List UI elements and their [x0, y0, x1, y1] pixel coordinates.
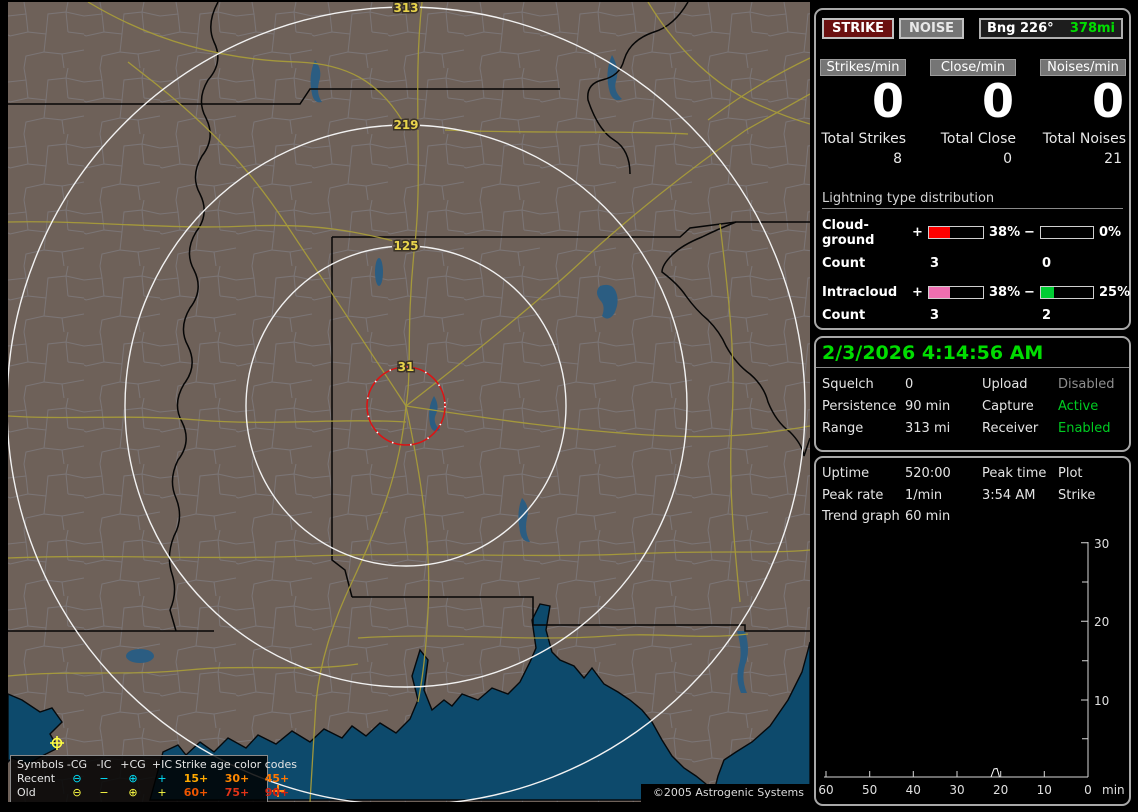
lightning-distribution: Lightning type distribution Cloud-ground… [822, 191, 1130, 323]
total-close-label: Total Close [940, 130, 1016, 147]
range-label: Range [822, 421, 864, 436]
upload-label: Upload [982, 377, 1028, 392]
ic-minus-count: 2 [1042, 307, 1052, 323]
total-noises-label: Total Noises [1042, 130, 1126, 147]
squelch-label: Squelch [822, 377, 874, 392]
bearing-range-value: 378mi [1069, 21, 1115, 36]
range-value: 313 mi [905, 421, 951, 436]
old-ncg-icon: ⊖ [72, 786, 82, 799]
cg-minus-count: 0 [1042, 255, 1052, 271]
ic-minus-bar [1040, 285, 1094, 299]
x-tick-10: 10 [1037, 783, 1052, 797]
map-legend: Symbols -CG -IC +CG +IC Strike age color… [10, 755, 297, 802]
ic-minus-sign: − [1024, 284, 1035, 300]
persistence-value: 90 min [905, 399, 951, 414]
cg-plus-count: 3 [930, 255, 940, 271]
cg-minus-sign: − [1024, 225, 1035, 241]
bearing-value: Bng 226° [987, 21, 1054, 36]
trend-tick-labels: 30 20 10 60 50 40 30 20 10 0 min [818, 537, 1124, 797]
legend-col-nic: -IC [96, 758, 112, 771]
recent-ncg-icon: ⊖ [72, 772, 82, 785]
copyright-text: ©2005 Astrogenic Systems [640, 784, 810, 802]
map-canvas[interactable]: 313 219 125 31 [8, 2, 810, 802]
close-per-min-value: 0 [981, 74, 1014, 128]
counters-panel: STRIKE NOISE Bng 226° 378mi Strikes/min … [814, 8, 1131, 330]
ic-plus-pct: 38% [989, 284, 1021, 300]
cg-count-label: Count [822, 255, 866, 271]
total-strikes-value: 8 [893, 150, 902, 167]
y-tick-10: 10 [1094, 694, 1109, 708]
old-pic-icon: + [157, 786, 167, 799]
x-tick-60: 60 [818, 783, 833, 797]
legend-col-pcg: +CG [120, 758, 146, 771]
ic-plus-bar [928, 285, 984, 299]
capture-status: Active [1058, 399, 1099, 414]
intracloud-label: Intracloud [822, 284, 898, 300]
old-pcg-icon: ⊕ [128, 786, 138, 799]
strikes-per-min-value: 0 [871, 74, 904, 128]
ring-label-219: 219 [393, 118, 418, 132]
rate-counters: Strikes/min 0 Total Strikes 8 Close/min … [816, 59, 1129, 167]
recent-pcg-icon: ⊕ [128, 772, 138, 785]
ic-plus-count: 3 [930, 307, 940, 323]
trend-axes [824, 542, 1089, 778]
noises-per-min-value: 0 [1091, 74, 1124, 128]
ic-minus-pct: 25% [1099, 284, 1131, 300]
date-time-display: 2/3/2026 4:14:56 AM [816, 338, 1129, 368]
age-code-30: 30+ [224, 772, 250, 785]
legend-symbols-label: Symbols [17, 758, 64, 771]
cg-plus-sign: + [912, 225, 923, 241]
trend-spike [990, 767, 1000, 778]
x-tick-20: 20 [993, 783, 1008, 797]
age-code-60: 60+ [183, 786, 209, 799]
age-code-45: 45+ [264, 772, 290, 785]
distribution-title: Lightning type distribution [822, 191, 1123, 209]
capture-label: Capture [982, 399, 1034, 414]
ic-count-label: Count [822, 307, 866, 323]
settings-panel: 2/3/2026 4:14:56 AM Squelch 0 Upload Dis… [814, 336, 1131, 452]
recent-pic-icon: + [157, 772, 167, 785]
nexstorm-window: 313 219 125 31 Symbols -CG -IC +CG +IC S… [0, 0, 1138, 812]
trend-graph: 30 20 10 60 50 40 30 20 10 0 min [816, 458, 1129, 804]
x-tick-0: 0 [1084, 783, 1092, 797]
age-code-90: 90+ [264, 786, 290, 799]
y-tick-20: 20 [1094, 615, 1109, 629]
total-strikes-label: Total Strikes [821, 130, 906, 147]
x-tick-40: 40 [906, 783, 921, 797]
x-axis-unit: min [1102, 783, 1125, 797]
y-tick-30: 30 [1094, 537, 1109, 551]
recent-nic-icon: − [99, 772, 109, 785]
noise-button[interactable]: NOISE [899, 18, 965, 39]
legend-recent-label: Recent [17, 772, 56, 785]
upload-status: Disabled [1058, 377, 1115, 392]
receiver-label: Receiver [982, 421, 1039, 436]
map-area: 313 219 125 31 Symbols -CG -IC +CG +IC S… [8, 2, 810, 802]
old-nic-icon: − [99, 786, 109, 799]
cg-minus-pct: 0% [1099, 225, 1122, 241]
ring-label-31: 31 [398, 360, 415, 374]
cg-plus-pct: 38% [989, 225, 1021, 241]
cloud-ground-label: Cloud-ground [822, 217, 875, 248]
ring-label-313: 313 [393, 2, 418, 15]
legend-col-ncg: -CG [66, 758, 88, 771]
ic-plus-sign: + [912, 284, 923, 300]
x-tick-30: 30 [949, 783, 964, 797]
legend-age-title: Strike age color codes [175, 758, 297, 771]
squelch-value: 0 [905, 377, 914, 392]
age-code-15: 15+ [183, 772, 209, 785]
trend-panel: Uptime 520:00 Peak time Plot Peak rate 1… [814, 456, 1131, 806]
legend-old-label: Old [17, 786, 36, 799]
persistence-label: Persistence [822, 399, 897, 414]
cg-minus-bar [1040, 226, 1094, 240]
ring-label-125: 125 [393, 239, 418, 253]
cg-plus-bar [928, 226, 984, 240]
receiver-status: Enabled [1058, 421, 1111, 436]
legend-col-pic: +IC [151, 758, 173, 771]
bearing-readout: Bng 226° 378mi [979, 18, 1123, 39]
age-code-75: 75+ [224, 786, 250, 799]
total-noises-value: 21 [1104, 150, 1122, 167]
strike-button[interactable]: STRIKE [822, 18, 895, 39]
total-close-value: 0 [1003, 150, 1012, 167]
x-tick-50: 50 [862, 783, 877, 797]
